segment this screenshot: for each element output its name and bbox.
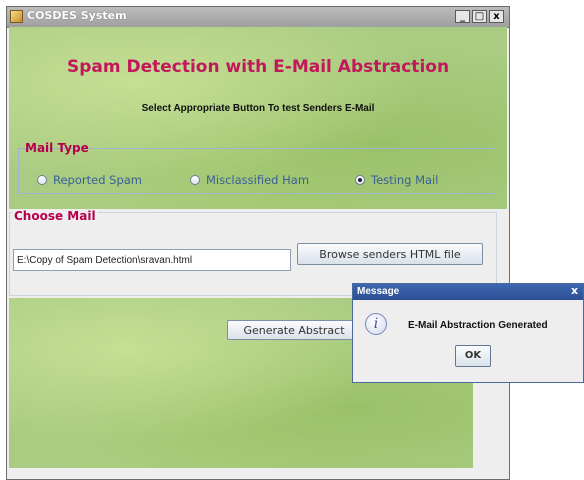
radio-label: Misclassified Ham	[206, 173, 310, 187]
page-title: Spam Detection with E-Mail Abstraction	[66, 57, 450, 77]
radio-button[interactable]	[190, 175, 200, 185]
generate-abstract-button[interactable]: Generate Abstract	[227, 320, 361, 340]
dialog-title-bar[interactable]: Message x	[353, 284, 583, 300]
main-window: COSDES System _ □ x Spam Detection with …	[6, 6, 510, 480]
choose-mail-legend: Choose Mail	[12, 209, 98, 223]
radio-label: Reported Spam	[53, 173, 143, 187]
radio-reported-spam[interactable]: Reported Spam	[37, 173, 142, 187]
window-title: COSDES System	[27, 9, 127, 22]
radio-label: Testing Mail	[371, 173, 439, 187]
mail-type-group: Mail Type	[18, 141, 496, 194]
ok-button[interactable]: OK	[455, 345, 491, 367]
minimize-icon[interactable]: _	[455, 10, 470, 23]
mail-path-input[interactable]: E:\Copy of Spam Detection\sravan.html	[13, 249, 291, 271]
radio-button-selected[interactable]	[355, 175, 365, 185]
radio-button[interactable]	[37, 175, 47, 185]
radio-testing-mail[interactable]: Testing Mail	[355, 173, 438, 187]
radio-misclassified-ham[interactable]: Misclassified Ham	[190, 173, 309, 187]
dialog-close-icon[interactable]: x	[571, 285, 581, 297]
browse-button[interactable]: Browse senders HTML file	[297, 243, 483, 265]
instruction-text: Select Appropriate Button To test Sender…	[141, 103, 375, 114]
mail-type-legend: Mail Type	[25, 141, 89, 155]
info-icon: i	[365, 313, 387, 335]
message-dialog: Message x i E-Mail Abstraction Generated…	[352, 283, 584, 383]
close-icon[interactable]: x	[489, 10, 504, 23]
dialog-message: E-Mail Abstraction Generated	[408, 320, 548, 331]
app-icon	[10, 10, 23, 23]
dialog-title: Message	[357, 286, 400, 297]
maximize-icon[interactable]: □	[472, 10, 487, 23]
title-bar[interactable]: COSDES System _ □ x	[7, 7, 509, 28]
